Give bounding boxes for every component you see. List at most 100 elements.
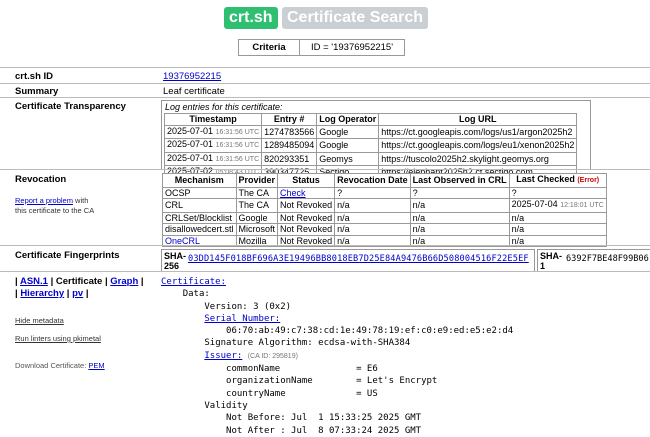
rev-header-status: Status — [277, 173, 336, 188]
cert-version: Version: 3 (0x2) — [204, 301, 292, 312]
ct-timestamp: 2025-07-01 16:31:56 UTC — [163, 151, 263, 166]
ct-label: Certificate Transparency — [15, 101, 126, 112]
issuer-ca-id: (CA ID: 295819) — [247, 352, 298, 360]
crtsh-id-link[interactable]: 19376952215 — [163, 71, 221, 82]
ct-header-timestamp: Timestamp — [163, 113, 263, 126]
onecrl-link[interactable]: OneCRL — [165, 236, 200, 246]
certificate-link[interactable]: Certificate: — [161, 277, 226, 287]
download-pem-link[interactable]: PEM — [88, 361, 104, 370]
nav-pv[interactable]: pv — [72, 288, 83, 299]
site-header: crt.sh Certificate Search — [0, 4, 650, 30]
rev-status: Not Revoked — [277, 198, 336, 213]
sha1-label: SHA- 1 — [540, 251, 562, 271]
cert-sig-alg: Signature Algorithm: ecdsa-with-SHA384 — [204, 338, 411, 349]
table-row: disallowedcert.stl Microsoft Not Revoked… — [162, 223, 607, 236]
page-title: Certificate Search — [282, 7, 429, 29]
crtsh-id-label: crt.sh ID — [15, 71, 54, 82]
cert-validity: Validity — [204, 400, 248, 411]
table-row: 2025-07-01 16:31:56 UTC 1289485094 Googl… — [163, 138, 578, 153]
revocation-table: Mechanism Provider Status Revocation Dat… — [162, 173, 607, 247]
cert-serial: 06:70:ab:49:c7:38:cd:1e:49:78:19:ef:c0:e… — [226, 326, 514, 337]
ct-entry: 1289485094 — [261, 138, 318, 153]
rev-status: Check — [277, 186, 336, 199]
ocsp-check-link[interactable]: Check — [280, 188, 306, 198]
ct-box: Log entries for this certificate: Timest… — [161, 100, 591, 180]
issuer-link[interactable]: Issuer: — [204, 351, 242, 361]
rev-mechanism: disallowedcert.stl — [162, 223, 237, 236]
nav-certificate: Certificate — [55, 276, 103, 287]
hide-metadata-link[interactable]: Hide metadata — [15, 316, 64, 325]
table-row: 2025-07-01 16:31:56 UTC 820293351 Geomys… — [163, 151, 578, 166]
table-row: 2025-07-01 16:31:56 UTC 1274783566 Googl… — [163, 124, 578, 139]
summary-value: Leaf certificate — [163, 86, 225, 97]
criteria-table: Criteria ID = '19376952215' — [238, 39, 405, 56]
criteria-label: Criteria — [238, 39, 300, 56]
row-ct: Certificate Transparency Log entries for… — [0, 97, 650, 180]
rev-mechanism: OCSP — [162, 186, 237, 199]
sha256-label: SHA- 256 — [164, 251, 186, 271]
table-row: CRLSet/Blocklist Google Not Revoked n/a … — [162, 211, 607, 224]
ct-url: https://tuscolo2025h2.skylight.geomys.or… — [378, 151, 578, 166]
rev-observed: ? — [409, 186, 510, 199]
rev-header-date: Revocation Date — [334, 173, 411, 188]
rev-provider: Microsoft — [235, 223, 279, 236]
rev-status: Not Revoked — [277, 223, 336, 236]
cert-issuer-org: organizationName = Let's Encrypt — [226, 376, 438, 387]
ct-timestamp: 2025-07-01 16:31:56 UTC — [163, 124, 263, 139]
cert-data: Data: — [182, 289, 210, 300]
ct-header-operator: Log Operator — [316, 113, 380, 126]
rev-status: Not Revoked — [277, 211, 336, 224]
rev-checked: ? — [508, 186, 607, 199]
cert-not-before: Not Before: Jul 1 15:33:25 2025 GMT — [226, 413, 422, 424]
table-row: CRL The CA Not Revoked n/a n/a 2025-07-0… — [162, 198, 607, 213]
cert-not-after: Not After : Jul 8 07:33:24 2025 GMT — [226, 425, 422, 436]
ct-entry: 820293351 — [261, 151, 318, 166]
run-linters-link[interactable]: Run linters using pkimetal — [15, 334, 101, 343]
rev-observed: n/a — [409, 211, 510, 224]
ct-header-url: Log URL — [378, 113, 578, 126]
criteria-value: ID = '19376952215' — [299, 39, 405, 56]
download-certificate: Download Certificate: PEM — [15, 361, 105, 370]
rev-header-observed: Last Observed in CRL — [409, 173, 510, 188]
rev-mechanism: CRL — [162, 198, 237, 213]
row-crtsh-id: crt.sh ID 19376952215 — [0, 67, 650, 84]
rev-checked: n/a — [508, 223, 607, 236]
sha256-link[interactable]: 03DD145F018BF696A3E19496BB8018EB7D25E84A… — [188, 254, 529, 264]
row-summary: Summary Leaf certificate — [0, 83, 650, 98]
rev-header-provider: Provider — [235, 173, 279, 188]
nav-graph[interactable]: Graph — [110, 276, 138, 287]
rev-date: ? — [334, 186, 411, 199]
rev-observed: n/a — [409, 198, 510, 213]
ct-url: https://ct.googleapis.com/logs/eu1/xenon… — [378, 138, 578, 153]
ct-operator: Google — [316, 138, 380, 153]
fingerprints-label: Certificate Fingerprints — [15, 250, 120, 261]
rev-header-mechanism: Mechanism — [162, 173, 237, 188]
rev-mechanism: CRLSet/Blocklist — [162, 211, 237, 224]
rev-date: n/a — [334, 211, 411, 224]
rev-provider: The CA — [235, 186, 279, 199]
crtsh-logo[interactable]: crt.sh — [224, 7, 278, 29]
rev-checked: 2025-07-04 12:18:01 UTC — [508, 198, 607, 213]
rev-provider: Google — [235, 211, 279, 224]
revocation-label: Revocation — [15, 174, 67, 185]
report-problem-link[interactable]: Report a problem — [15, 196, 73, 205]
ct-header-entry: Entry # — [261, 113, 318, 126]
row-revocation: Revocation Report a problem with this ce… — [0, 169, 650, 247]
nav-asn1[interactable]: ASN.1 — [20, 276, 48, 287]
table-row: OCSP The CA Check ? ? ? — [162, 186, 607, 199]
rev-provider: The CA — [235, 198, 279, 213]
rev-observed: n/a — [409, 223, 510, 236]
rev-date: n/a — [334, 223, 411, 236]
certificate-text: Certificate: Data: Version: 3 (0x2) Seri… — [161, 276, 513, 437]
sha256-box: SHA- 256 03DD145F018BF696A3E19496BB8018EB… — [161, 249, 535, 272]
sha1-value: 6392F7BE48F99B06 — [566, 254, 649, 264]
ct-operator: Google — [316, 124, 380, 139]
ct-entry: 1274783566 — [261, 124, 318, 139]
view-nav: | ASN.1 | Certificate | Graph | | Hierar… — [15, 276, 144, 299]
rev-header-checked: Last Checked (Error) — [508, 173, 607, 188]
ct-caption: Log entries for this certificate: — [165, 102, 283, 112]
cert-issuer-cn: commonName = E6 — [226, 364, 378, 375]
nav-hierarchy[interactable]: Hierarchy — [20, 288, 64, 299]
serial-number-link[interactable]: Serial Number: — [204, 314, 280, 324]
ct-url: https://ct.googleapis.com/logs/us1/argon… — [378, 124, 578, 139]
